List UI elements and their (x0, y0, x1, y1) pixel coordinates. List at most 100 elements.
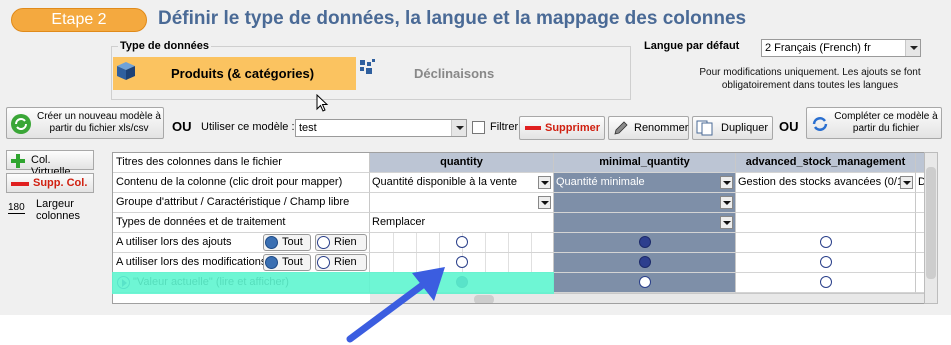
delete-model-button[interactable]: Supprimer (519, 116, 605, 140)
checkbox-cell-add[interactable] (554, 233, 736, 253)
column-header[interactable]: quantity (370, 153, 554, 173)
box-icon (117, 62, 135, 80)
chevron-down-icon[interactable] (538, 176, 551, 189)
grid-subline (393, 233, 394, 252)
duplicate-icon (696, 120, 713, 136)
data-type-group-label: Type de données (118, 40, 212, 52)
select-all-button[interactable]: Tout (263, 254, 311, 271)
attribute-group-select[interactable] (736, 193, 916, 213)
grid-row-label: Contenu de la colonne (clic droit pour m… (113, 173, 370, 193)
column-content-value: Gestion des stocks avancées (0/1 (738, 176, 904, 188)
checkbox-cell-modify[interactable] (554, 253, 736, 273)
checkbox-cell-add[interactable] (370, 233, 554, 253)
radio-empty-icon (317, 236, 330, 249)
vertical-scroll-thumb[interactable] (926, 167, 936, 279)
column-header[interactable]: advanced_stock_management (736, 153, 916, 173)
grid-row-label: Titres des colonnes dans le fichier (113, 153, 370, 173)
products-type-button[interactable]: Produits (& catégories) (113, 57, 356, 90)
or-label: OU (172, 119, 192, 134)
chevron-down-icon[interactable] (900, 176, 913, 189)
grid-subline (508, 233, 509, 252)
chevron-down-icon[interactable] (720, 176, 733, 189)
step-badge: Etape 2 (11, 8, 147, 32)
products-type-label: Produits (& catégories) (171, 66, 315, 81)
radio-checked-icon[interactable] (639, 256, 651, 268)
radio-unchecked-icon[interactable] (820, 236, 832, 248)
grid-subline (508, 253, 509, 272)
chevron-down-icon[interactable] (720, 216, 733, 229)
column-content-value: Quantité disponible à la vente (372, 176, 517, 188)
complete-model-label: Compléter ce modèle à partir du fichier (834, 111, 938, 134)
delete-column-button[interactable]: Supp. Col. (6, 173, 94, 193)
checkbox-cell-add[interactable] (736, 233, 916, 253)
chevron-down-icon[interactable] (905, 40, 920, 56)
create-model-label: Créer un nouveau modèle à partir du fich… (37, 111, 161, 134)
radio-empty-icon (317, 256, 330, 269)
duplicate-model-button[interactable]: Dupliquer (692, 116, 773, 140)
step-panel: Etape 2 Définir le type de données, la l… (0, 0, 951, 315)
delete-column-label: Supp. Col. (33, 177, 88, 189)
minus-icon (11, 182, 29, 186)
checkbox-cell-current[interactable] (554, 273, 736, 293)
grid-subline (531, 233, 532, 252)
radio-unchecked-icon[interactable] (820, 276, 832, 288)
column-width-label: Largeur colonnes (36, 198, 81, 222)
column-width-value: 180 (8, 202, 25, 214)
column-content-select[interactable]: Gestion des stocks avancées (0/1 (736, 173, 916, 193)
duplicate-label: Dupliquer (721, 122, 769, 134)
attribute-group-select[interactable] (554, 193, 736, 213)
column-content-select[interactable]: Quantité disponible à la vente (370, 173, 554, 193)
column-content-value: Quantité minimale (556, 176, 645, 188)
chevron-down-icon[interactable] (538, 196, 551, 209)
model-select[interactable]: test (295, 119, 467, 137)
minus-icon (525, 126, 541, 130)
checkbox-cell-current[interactable] (736, 273, 916, 293)
radio-unchecked-icon[interactable] (820, 256, 832, 268)
variants-type-button[interactable]: Déclinaisons (414, 66, 494, 81)
grid-row-label: Groupe d'attribut / Caractéristique / Ch… (113, 193, 370, 213)
variants-icon[interactable] (358, 58, 376, 78)
chevron-down-icon[interactable] (451, 120, 466, 136)
select-all-label: Tout (282, 236, 303, 248)
radio-unchecked-icon[interactable] (639, 276, 651, 288)
column-content-select[interactable]: Quantité minimale (554, 173, 736, 193)
rename-model-button[interactable]: Renommer (608, 116, 689, 140)
plus-icon (11, 154, 25, 168)
radio-checked-icon[interactable] (639, 236, 651, 248)
select-all-button[interactable]: Tout (263, 234, 311, 251)
highlight-overlay (112, 272, 554, 294)
column-header[interactable]: minimal_quantity (554, 153, 736, 173)
grid-subline (485, 253, 486, 272)
rename-label: Renommer (634, 122, 689, 134)
horizontal-scroll-thumb[interactable] (474, 295, 494, 303)
virtual-column-button[interactable]: Col. Virtuelle (6, 150, 94, 178)
filter-label: Filtrer (490, 121, 519, 133)
column-width-control[interactable]: 180 Largeur colonnes (8, 198, 108, 228)
vertical-scrollbar[interactable] (924, 152, 938, 304)
select-all-label: Tout (282, 256, 303, 268)
processing-type-cell[interactable] (736, 213, 916, 233)
checkbox-cell-modify[interactable] (736, 253, 916, 273)
use-model-label: Utiliser ce modèle : (201, 121, 295, 133)
language-note: Pour modifications uniquement. Les ajout… (699, 67, 921, 91)
radio-unchecked-icon[interactable] (456, 236, 468, 248)
create-model-button[interactable]: Créer un nouveau modèle à partir du fich… (6, 107, 164, 139)
delete-label: Supprimer (545, 122, 601, 134)
model-value: test (299, 122, 317, 134)
attribute-group-select[interactable] (370, 193, 554, 213)
or-label-2: OU (779, 119, 799, 134)
processing-type-value: Remplacer (372, 216, 426, 228)
language-value: 2 Français (French) fr (765, 42, 871, 54)
select-none-button[interactable]: Rien (315, 234, 367, 251)
complete-model-button[interactable]: Compléter ce modèle à partir du fichier (806, 107, 942, 139)
processing-type-cell[interactable] (554, 213, 736, 233)
grid-subline (531, 253, 532, 272)
chevron-down-icon[interactable] (720, 196, 733, 209)
language-select[interactable]: 2 Français (French) fr (761, 39, 921, 57)
grid-subline (416, 233, 417, 252)
grid-subline (485, 233, 486, 252)
filter-checkbox[interactable] (472, 121, 485, 134)
grid-subline (439, 233, 440, 252)
processing-type-cell[interactable]: Remplacer (370, 213, 554, 233)
page-title: Définir le type de données, la langue et… (158, 8, 747, 29)
